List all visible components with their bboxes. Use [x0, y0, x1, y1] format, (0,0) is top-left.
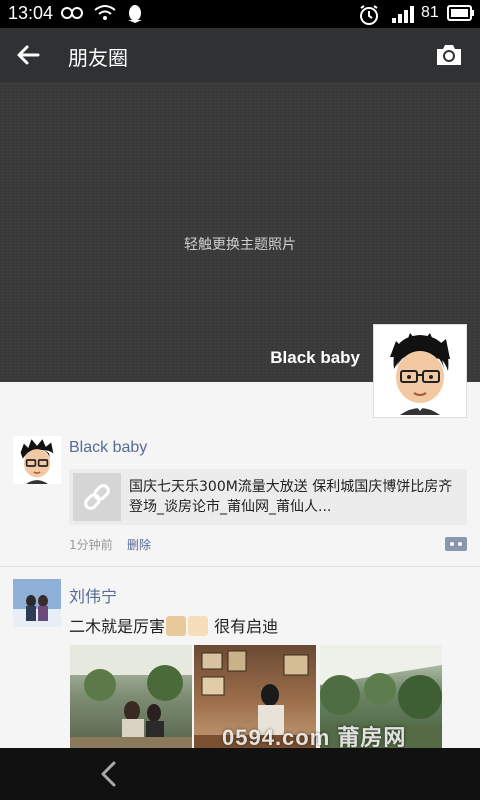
link-icon	[84, 484, 110, 510]
comment-icon[interactable]	[444, 535, 468, 553]
post-text: 二木就是厉害 很有启迪	[69, 613, 278, 637]
profile-avatar[interactable]	[373, 324, 467, 418]
battery-level: 81	[421, 4, 439, 21]
post-author-name[interactable]: 刘伟宁	[69, 583, 117, 607]
emoji-square-icon	[188, 616, 209, 636]
post-avatar[interactable]	[13, 579, 61, 627]
alarm-icon	[360, 5, 378, 25]
link-thumbnail	[73, 473, 121, 521]
post-author-name[interactable]: Black baby	[69, 439, 147, 457]
camera-icon[interactable]	[434, 40, 464, 70]
wifi-hotspot-icon	[94, 5, 116, 20]
battery-icon	[447, 5, 474, 21]
shared-link-card[interactable]: 国庆七天乐300M流量大放送 保利城国庆博饼比房齐登场_谈房论市_莆仙网_莆仙人…	[69, 469, 467, 525]
system-nav-bar	[0, 748, 480, 800]
moments-feed: Black baby 国庆七天乐300M流量大放送 保利城国庆博饼比房齐登场_谈…	[0, 382, 480, 748]
watermark: 0594.com 莆房网	[222, 725, 407, 750]
signal-icon	[392, 6, 414, 23]
status-bar: 13:04 81	[0, 0, 480, 28]
arrow-left-icon[interactable]	[14, 41, 42, 69]
post-text-end: 很有启迪	[214, 617, 279, 636]
link-title: 国庆七天乐300M流量大放送 保利城国庆博饼比房齐登场_谈房论市_莆仙网_莆仙人…	[129, 479, 453, 515]
thumbs-up-icon	[166, 616, 187, 636]
avatar-photo-icon	[13, 579, 61, 627]
post-avatar[interactable]	[13, 436, 61, 484]
infinity-icon	[61, 7, 83, 19]
page-title: 朋友圈	[68, 46, 128, 70]
profile-nickname: Black baby	[270, 348, 360, 367]
avatar-cartoon-icon	[376, 327, 464, 415]
post-timestamp: 1分钟前	[69, 538, 113, 552]
post-text-start: 二木就是厉害	[69, 617, 166, 636]
post-photo[interactable]	[70, 645, 192, 748]
cover-hint: 轻触更换主题照片	[184, 237, 296, 253]
qq-penguin-icon	[128, 5, 142, 23]
delete-link[interactable]: 删除	[127, 536, 151, 553]
avatar-cartoon-icon	[13, 436, 61, 484]
nav-back-icon[interactable]	[96, 760, 122, 788]
app-bar: 朋友圈	[0, 28, 480, 82]
status-time: 13:04	[8, 3, 54, 23]
